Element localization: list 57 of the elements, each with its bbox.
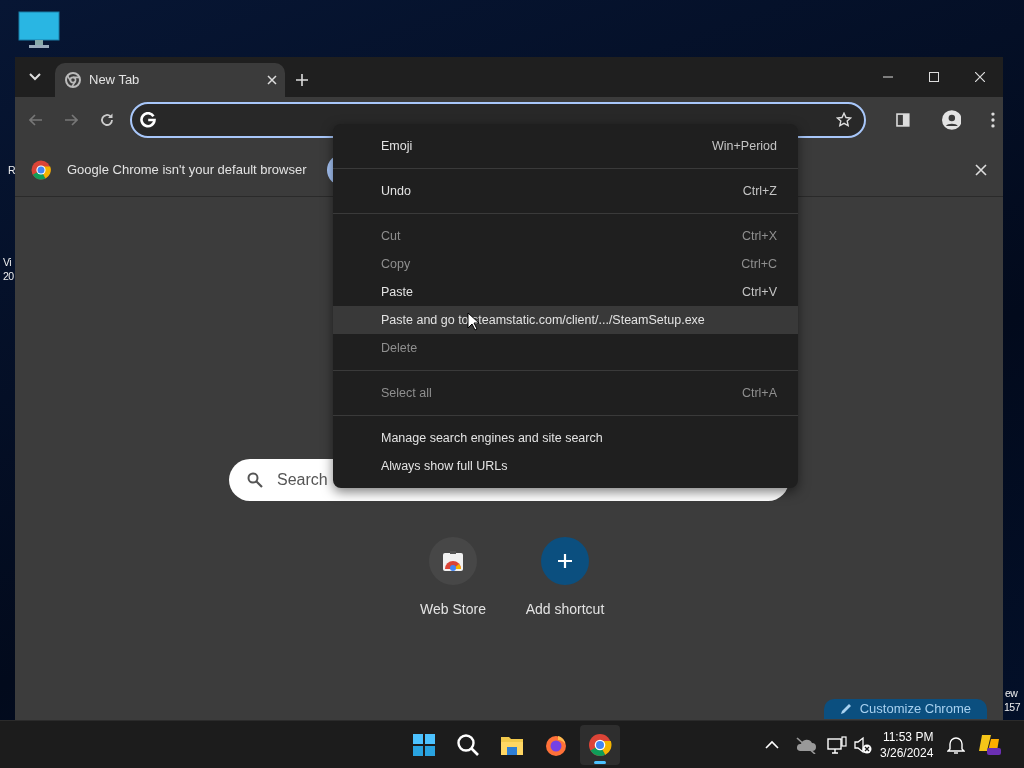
menu-item[interactable]: Manage search engines and site search — [333, 424, 798, 452]
star-icon[interactable] — [836, 112, 853, 128]
desktop-icon-label[interactable]: R — [8, 163, 16, 177]
menu-item[interactable]: Undo Ctrl+Z — [333, 177, 798, 205]
pencil-icon — [839, 703, 852, 715]
menu-item[interactable]: Emoji Win+Period — [333, 132, 798, 160]
app-icon[interactable] — [979, 733, 1003, 757]
browser-tab[interactable]: New Tab — [55, 63, 285, 97]
monitor-icon[interactable] — [18, 11, 60, 49]
chevron-down-icon — [29, 73, 41, 81]
shortcut-tile[interactable]: Add shortcut — [515, 537, 615, 620]
muted-speaker-icon[interactable] — [853, 736, 872, 754]
desktop-icon-label[interactable]: ew — [1005, 686, 1018, 700]
menu-item[interactable]: Paste and go to steamstatic.com/client/.../SteamSetup.exe — [333, 306, 798, 334]
search-icon — [247, 472, 263, 488]
more-menu-icon[interactable] — [991, 112, 995, 128]
shortcut-label: Web Store — [420, 600, 486, 619]
chrome-logo-icon — [31, 159, 51, 180]
search-placeholder: Search — [277, 470, 328, 490]
start-icon — [412, 733, 436, 757]
bell-icon[interactable] — [947, 736, 965, 754]
tab-title: New Tab — [89, 71, 141, 90]
cloud-off-icon[interactable] — [795, 736, 817, 754]
firefox-icon — [544, 733, 568, 757]
close-icon — [975, 163, 987, 176]
chrome-icon — [588, 733, 612, 757]
desktop-icon-label[interactable]: Vi — [3, 255, 12, 269]
chrome-icon — [65, 72, 81, 88]
web-store-icon — [442, 550, 464, 572]
close-icon — [267, 75, 277, 85]
clock-time: 11:53 PM — [881, 729, 934, 745]
clock-date: 3/26/2024 — [880, 745, 934, 761]
desktop-icon-label[interactable]: 20 — [3, 269, 14, 283]
search-icon — [456, 733, 480, 757]
taskbar-button[interactable] — [580, 725, 620, 765]
menu-item[interactable]: Always show full URLs — [333, 452, 798, 480]
google-g-icon — [139, 112, 156, 128]
forward-arrow-icon — [64, 114, 79, 126]
chevron-up-icon[interactable] — [765, 740, 779, 750]
maximize-icon — [929, 72, 939, 82]
plus-icon — [296, 74, 308, 86]
network-icon[interactable] — [827, 736, 847, 754]
customize-chrome-button[interactable]: Customize Chrome — [823, 699, 987, 719]
shortcut-label: Add shortcut — [525, 600, 605, 619]
banner-message: Google Chrome isn't your default browser — [67, 160, 307, 179]
close-icon — [975, 72, 985, 82]
clock[interactable]: 11:53 PM 3/26/2024 — [880, 729, 934, 761]
desktop-icon-label[interactable]: 157 — [1004, 700, 1021, 714]
profile-icon[interactable] — [941, 110, 962, 130]
close-tab-button[interactable] — [267, 75, 277, 85]
shortcut-tile[interactable]: Web Store — [403, 537, 503, 620]
reload-icon — [99, 113, 114, 127]
close-banner-button[interactable] — [975, 163, 987, 176]
side-panel-icon[interactable] — [895, 113, 910, 127]
menu-item[interactable]: Paste Ctrl+V — [333, 278, 798, 306]
back-arrow-icon — [28, 114, 43, 126]
plus-icon — [557, 553, 573, 569]
